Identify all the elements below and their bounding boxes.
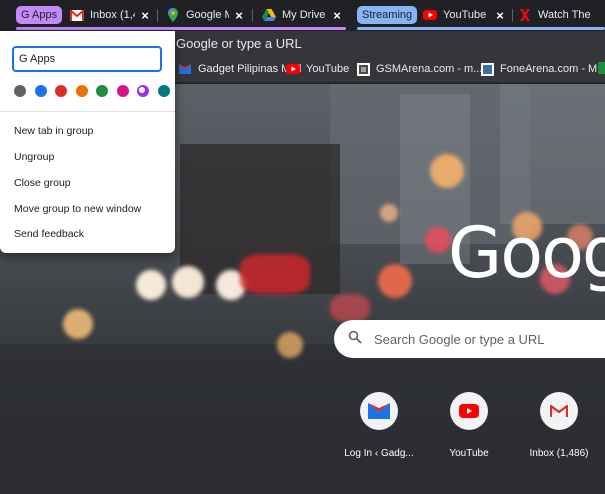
gmail-icon bbox=[70, 8, 84, 22]
shortcut-label: Log In ‹ Gadg... bbox=[344, 448, 414, 459]
group-name-input[interactable]: G Apps bbox=[12, 46, 162, 72]
google-drive-icon bbox=[262, 8, 276, 22]
search-placeholder: Search Google or type a URL bbox=[374, 331, 545, 347]
bookmark-youtube[interactable]: YouTube bbox=[286, 62, 349, 76]
color-swatch-green[interactable] bbox=[96, 85, 108, 97]
shortcut-gmail[interactable]: Inbox (1,486) bbox=[519, 392, 599, 459]
x-brand-icon bbox=[518, 8, 532, 22]
google-logo: Goog bbox=[448, 212, 605, 294]
tab-group-editor-popup: G Apps New tab in group Ungroup Close gr… bbox=[0, 31, 175, 253]
bookmark-gsmarena[interactable]: GSMArena.com - m... bbox=[356, 62, 482, 76]
color-swatch-orange[interactable] bbox=[75, 85, 88, 97]
tab-separator bbox=[252, 9, 253, 22]
bookmark-label: FoneArena.com - M... bbox=[500, 63, 605, 75]
color-swatch-grey[interactable] bbox=[14, 85, 26, 97]
color-swatch-blue[interactable] bbox=[34, 85, 47, 97]
tab-group-gapps-chip[interactable]: G Apps bbox=[16, 6, 63, 24]
google-maps-icon bbox=[166, 8, 180, 22]
search-icon bbox=[348, 330, 362, 349]
tab-title: Watch The bbox=[538, 9, 591, 21]
menu-move-group-to-new-window[interactable]: Move group to new window bbox=[14, 203, 141, 215]
shortcut-label: YouTube bbox=[449, 448, 489, 459]
tab-title: Google M bbox=[186, 9, 229, 21]
bookmark-label: GSMArena.com - m... bbox=[376, 63, 483, 75]
gsmarena-icon bbox=[356, 62, 370, 76]
gadget-pilipinas-icon bbox=[360, 392, 398, 430]
shortcut-label: Inbox (1,486) bbox=[529, 448, 589, 459]
ntp-search-box[interactable]: Search Google or type a URL bbox=[334, 320, 605, 358]
tab-separator bbox=[512, 9, 513, 22]
omnibox[interactable]: Google or type a URL bbox=[176, 36, 302, 51]
tab-strip: G Apps Inbox (1,4 × Google M × My Drive … bbox=[0, 0, 605, 31]
tab-my-drive[interactable]: My Drive × bbox=[262, 4, 344, 26]
tab-close-icon[interactable]: × bbox=[330, 8, 344, 23]
bookmark-label: YouTube bbox=[306, 63, 350, 75]
bookmark-fonearena[interactable]: FoneArena.com - M... bbox=[480, 62, 605, 76]
tab-group-streaming-underline bbox=[357, 27, 605, 30]
gmail-icon bbox=[540, 392, 578, 430]
color-swatch-purple-selected[interactable] bbox=[137, 85, 149, 97]
group-color-picker bbox=[14, 85, 178, 97]
youtube-icon bbox=[423, 8, 437, 22]
shortcut-gadget-pilipinas[interactable]: Log In ‹ Gadg... bbox=[339, 392, 419, 459]
color-swatch-pink[interactable] bbox=[116, 85, 129, 97]
popup-divider bbox=[0, 111, 175, 112]
tab-youtube[interactable]: YouTube × bbox=[423, 4, 507, 26]
tab-title: Inbox (1,4 bbox=[90, 9, 135, 21]
menu-close-group[interactable]: Close group bbox=[14, 177, 71, 189]
youtube-icon bbox=[450, 392, 488, 430]
color-swatch-red[interactable] bbox=[55, 85, 67, 97]
bookmark-gadget-pilipinas-mail[interactable]: Gadget Pilipinas Mail bbox=[178, 62, 301, 76]
tab-watch[interactable]: Watch The bbox=[518, 4, 605, 26]
shortcut-youtube[interactable]: YouTube bbox=[429, 392, 509, 459]
tab-separator bbox=[157, 9, 158, 22]
tab-group-streaming-chip[interactable]: Streaming bbox=[357, 6, 418, 24]
tab-title: YouTube bbox=[443, 9, 487, 21]
menu-ungroup[interactable]: Ungroup bbox=[14, 151, 54, 163]
gadget-pilipinas-icon bbox=[178, 62, 192, 76]
menu-new-tab-in-group[interactable]: New tab in group bbox=[14, 125, 93, 137]
menu-send-feedback[interactable]: Send feedback bbox=[14, 228, 84, 240]
color-swatch-cyan[interactable] bbox=[157, 85, 170, 97]
youtube-icon bbox=[286, 62, 300, 76]
bookmark-overflow-icon[interactable] bbox=[598, 62, 605, 74]
tab-close-icon[interactable]: × bbox=[493, 8, 507, 23]
tab-google-maps[interactable]: Google M × bbox=[166, 4, 246, 26]
tab-title: My Drive bbox=[282, 9, 326, 21]
tab-group-gapps-underline bbox=[16, 27, 346, 30]
tab-close-icon[interactable]: × bbox=[138, 8, 152, 23]
fonearena-icon bbox=[480, 62, 494, 76]
tab-close-icon[interactable]: × bbox=[232, 8, 246, 23]
tab-gmail[interactable]: Inbox (1,4 × bbox=[70, 4, 152, 26]
